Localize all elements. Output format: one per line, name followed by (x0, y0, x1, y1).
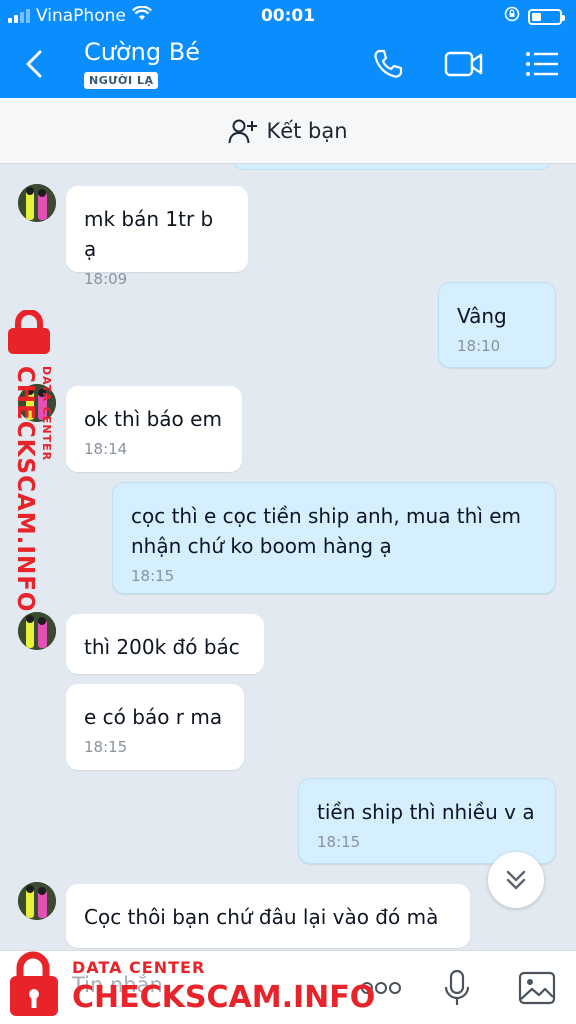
avatar[interactable] (18, 612, 56, 650)
message-time: 18:15 (131, 567, 175, 585)
menu-button[interactable] (520, 44, 564, 84)
voice-button[interactable] (432, 963, 482, 1013)
contact-name[interactable]: Cường Bé (84, 38, 200, 66)
message-bubble-partial (232, 164, 552, 170)
avatar[interactable] (18, 882, 56, 920)
message-time: 18:14 (84, 440, 128, 458)
message-text: e có báo r ma (84, 705, 223, 729)
message-text: Vâng (457, 304, 507, 328)
video-call-icon (444, 51, 483, 77)
rotation-lock-icon (504, 6, 520, 27)
image-icon (518, 971, 556, 1005)
message-text: cọc thì e cọc tiền ship anh, mua thì em … (131, 504, 522, 558)
message-bubble-incoming[interactable]: Cọc thôi bạn chứ đâu lại vào đó mà (66, 884, 470, 948)
add-user-icon (228, 119, 258, 143)
back-arrow-icon (26, 50, 42, 78)
message-time: 18:15 (84, 738, 128, 756)
microphone-icon (444, 969, 470, 1005)
watermark-big: CHECKSCAM.INFO (12, 366, 38, 613)
message-time: 18:15 (317, 833, 361, 851)
more-dots-icon (361, 982, 401, 994)
message-time: 18:10 (457, 337, 501, 355)
call-button[interactable] (366, 44, 410, 84)
chat-header: VinaPhone 00:01 Cường Bé NGƯỜI LẠ (0, 0, 576, 98)
stranger-badge: NGƯỜI LẠ (84, 72, 159, 89)
message-time: 18:09 (84, 270, 128, 288)
watermark-small: DATA CENTER (40, 366, 53, 462)
add-friend-label: Kết bạn (266, 118, 348, 143)
message-list[interactable]: mk bán 1tr b ạ 18:09 Vâng 18:10 ok thì b… (0, 164, 576, 950)
battery-icon (528, 8, 565, 25)
video-call-button[interactable] (442, 44, 486, 84)
scroll-to-bottom-button[interactable] (488, 852, 544, 908)
message-text: mk bán 1tr b ạ (84, 207, 214, 261)
message-bubble-incoming[interactable]: e có báo r ma 18:15 (66, 684, 244, 770)
clock: 00:01 (260, 6, 316, 26)
more-button[interactable] (356, 963, 406, 1013)
phone-icon (374, 49, 403, 78)
image-button[interactable] (512, 963, 562, 1013)
message-text: ok thì báo em (84, 407, 222, 431)
status-icons (504, 6, 565, 27)
lock-icon (8, 310, 50, 354)
watermark-side: CHECKSCAM.INFO DATA CENTER (4, 310, 64, 612)
composer-bar: Tin nhắn (0, 950, 576, 1024)
message-input[interactable]: Tin nhắn (72, 973, 163, 997)
avatar[interactable] (18, 184, 56, 222)
message-text: tiền ship thì nhiều v a (317, 800, 535, 824)
message-bubble-incoming[interactable]: thì 200k đó bác (66, 614, 264, 674)
menu-list-icon (526, 52, 558, 76)
message-bubble-incoming[interactable]: mk bán 1tr b ạ 18:09 (66, 186, 248, 288)
message-text: thì 200k đó bác (84, 635, 240, 659)
message-bubble-incoming[interactable]: ok thì báo em 18:14 (66, 386, 242, 472)
double-chevron-down-icon (506, 870, 526, 890)
add-friend-button[interactable]: Kết bạn (0, 98, 576, 164)
status-bar: VinaPhone 00:01 (0, 0, 576, 32)
message-text: Cọc thôi bạn chứ đâu lại vào đó mà (84, 905, 439, 929)
message-bubble-outgoing[interactable]: cọc thì e cọc tiền ship anh, mua thì em … (112, 482, 556, 594)
back-button[interactable] (14, 44, 54, 84)
message-bubble-outgoing[interactable]: Vâng 18:10 (438, 282, 556, 368)
